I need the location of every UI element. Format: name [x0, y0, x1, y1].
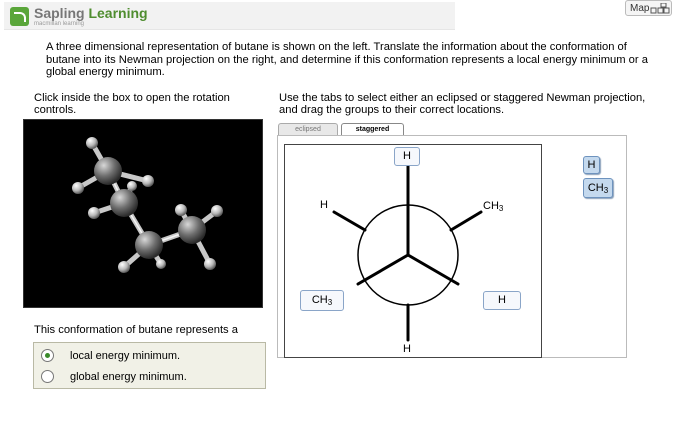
back-upper-right-subscript: 3 [498, 204, 504, 213]
option-local-minimum-label: local energy minimum. [70, 350, 181, 362]
back-upper-left-label: H [320, 199, 328, 211]
sapling-logo-icon [10, 7, 29, 26]
option-global-minimum-label: global energy minimum. [70, 371, 187, 383]
slot-front-bottom-right[interactable]: H [483, 291, 521, 310]
tab-staggered[interactable]: staggered [341, 123, 404, 135]
newman-instruction: Use the tabs to select either an eclipse… [279, 92, 646, 116]
brand-accent: Learning [88, 5, 148, 21]
answer-options-box: local energy minimum. global energy mini… [33, 342, 266, 389]
slot-front-top[interactable]: H [394, 147, 420, 166]
slot-front-bottom-left-subscript: 3 [327, 298, 333, 307]
back-upper-right-text: CH [483, 200, 499, 212]
slot-front-bottom-left-label: CH [311, 294, 328, 306]
question-text: A three dimensional representation of bu… [46, 41, 648, 78]
brand-main: Sapling [34, 5, 89, 21]
tray-item-ch3[interactable]: CH3 [583, 178, 613, 198]
newman-projection-drawing [332, 162, 483, 342]
slot-front-bottom-right-label: H [498, 294, 506, 306]
tray-item-ch3-subscript: 3 [603, 186, 609, 195]
rotation-instruction: Click inside the box to open the rotatio… [34, 92, 230, 116]
map-label: Map [630, 3, 650, 14]
radio-global-minimum[interactable] [41, 370, 54, 383]
brand-title: Sapling Learning [34, 5, 148, 21]
brand-subtitle: macmillan learning [34, 21, 85, 27]
tray-item-ch3-label: CH [587, 182, 604, 194]
back-upper-right-label: CH3 [483, 200, 504, 213]
tray-item-h-label: H [587, 159, 596, 171]
answer-prompt: This conformation of butane represents a [34, 324, 238, 336]
sapling-header: Sapling Learning macmillan learning [4, 2, 455, 30]
tab-eclipsed[interactable]: eclipsed [278, 123, 338, 135]
butane-3d-model [72, 137, 223, 273]
map-button[interactable]: Map [625, 0, 672, 16]
radio-local-minimum[interactable] [41, 349, 54, 362]
tray-item-h[interactable]: H [583, 156, 600, 174]
map-icon [650, 3, 670, 14]
slot-front-bottom-left[interactable]: CH3 [300, 290, 344, 311]
molecule-3d-viewer[interactable] [23, 119, 263, 308]
back-bottom-label: H [403, 343, 411, 355]
slot-front-top-label: H [403, 150, 411, 162]
